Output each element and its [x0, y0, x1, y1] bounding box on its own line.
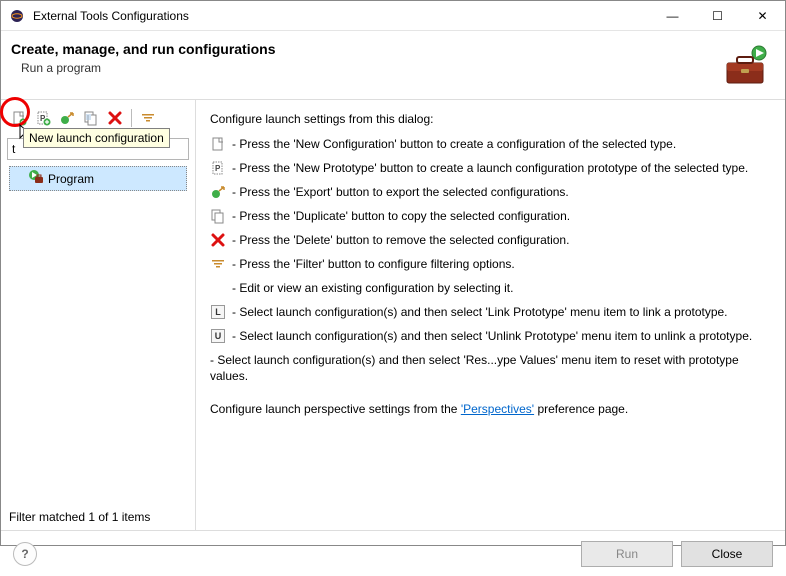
new-prototype-button[interactable]: P [33, 108, 53, 128]
maximize-button[interactable]: ☐ [695, 1, 740, 31]
perspectives-post-text: preference page. [537, 402, 628, 416]
filter-icon [210, 256, 226, 272]
page-subtitle: Run a program [21, 61, 721, 75]
hint-row: - Press the 'Export' button to export th… [210, 184, 775, 200]
toolbar-separator [131, 109, 132, 127]
toolbox-icon [721, 41, 769, 89]
titlebar: External Tools Configurations — ☐ ✕ [1, 1, 785, 31]
hint-text: - Press the 'Delete' button to remove th… [232, 232, 569, 248]
hint-row: - Edit or view an existing configuration… [210, 280, 775, 296]
hint-text: - Press the 'Export' button to export th… [232, 184, 569, 200]
perspectives-pre-text: Configure launch perspective settings fr… [210, 402, 461, 416]
page-title: Create, manage, and run configurations [11, 41, 721, 57]
hint-text: - Edit or view an existing configuration… [232, 280, 513, 296]
new-prototype-icon: P [210, 160, 226, 176]
right-pane: Configure launch settings from this dial… [196, 100, 785, 530]
filter-button[interactable] [138, 108, 158, 128]
link-prototype-icon: L [210, 304, 226, 320]
blank-icon [210, 280, 226, 296]
hint-row: - Press the 'Filter' button to configure… [210, 256, 775, 272]
unlink-prototype-icon: U [210, 328, 226, 344]
hint-text: - Press the 'New Configuration' button t… [232, 136, 676, 152]
hint-text: - Select launch configuration(s) and the… [232, 304, 728, 320]
footer: ? Run Close [1, 530, 785, 576]
hint-text: - Press the 'Filter' button to configure… [232, 256, 515, 272]
hint-row: L - Select launch configuration(s) and t… [210, 304, 775, 320]
program-icon [28, 169, 44, 188]
tree-item-program[interactable]: Program [9, 166, 187, 191]
close-button[interactable]: Close [681, 541, 773, 567]
svg-text:P: P [215, 164, 221, 173]
hint-text: - Press the 'New Prototype' button to cr… [232, 160, 748, 176]
perspectives-sentence: Configure launch perspective settings fr… [210, 402, 775, 416]
hint-row: - Select launch configuration(s) and the… [210, 352, 775, 384]
app-icon [9, 8, 25, 24]
tree-item-label: Program [48, 172, 94, 186]
new-config-icon [210, 136, 226, 152]
dialog-header: Create, manage, and run configurations R… [1, 31, 785, 100]
window-title: External Tools Configurations [33, 9, 650, 23]
run-button[interactable]: Run [581, 541, 673, 567]
hint-text: - Select launch configuration(s) and the… [210, 352, 775, 384]
filter-status: Filter matched 1 of 1 items [9, 510, 150, 524]
export-icon [210, 184, 226, 200]
delete-icon [210, 232, 226, 248]
hint-text: - Select launch configuration(s) and the… [232, 328, 752, 344]
delete-button[interactable] [105, 108, 125, 128]
left-pane: P New launch configuration [1, 100, 196, 530]
duplicate-button[interactable] [81, 108, 101, 128]
close-window-button[interactable]: ✕ [740, 1, 785, 31]
hint-row: - Press the 'Delete' button to remove th… [210, 232, 775, 248]
config-tree[interactable]: Program [7, 164, 189, 193]
help-button[interactable]: ? [13, 542, 37, 566]
minimize-button[interactable]: — [650, 1, 695, 31]
intro-text: Configure launch settings from this dial… [210, 112, 775, 126]
hint-row: U - Select launch configuration(s) and t… [210, 328, 775, 344]
hint-row: - Press the 'New Configuration' button t… [210, 136, 775, 152]
hint-row: P - Press the 'New Prototype' button to … [210, 160, 775, 176]
hint-text: - Press the 'Duplicate' button to copy t… [232, 208, 570, 224]
perspectives-link[interactable]: 'Perspectives' [461, 402, 534, 416]
hint-row: - Press the 'Duplicate' button to copy t… [210, 208, 775, 224]
new-config-tooltip: New launch configuration [23, 128, 170, 148]
export-button[interactable] [57, 108, 77, 128]
duplicate-icon [210, 208, 226, 224]
